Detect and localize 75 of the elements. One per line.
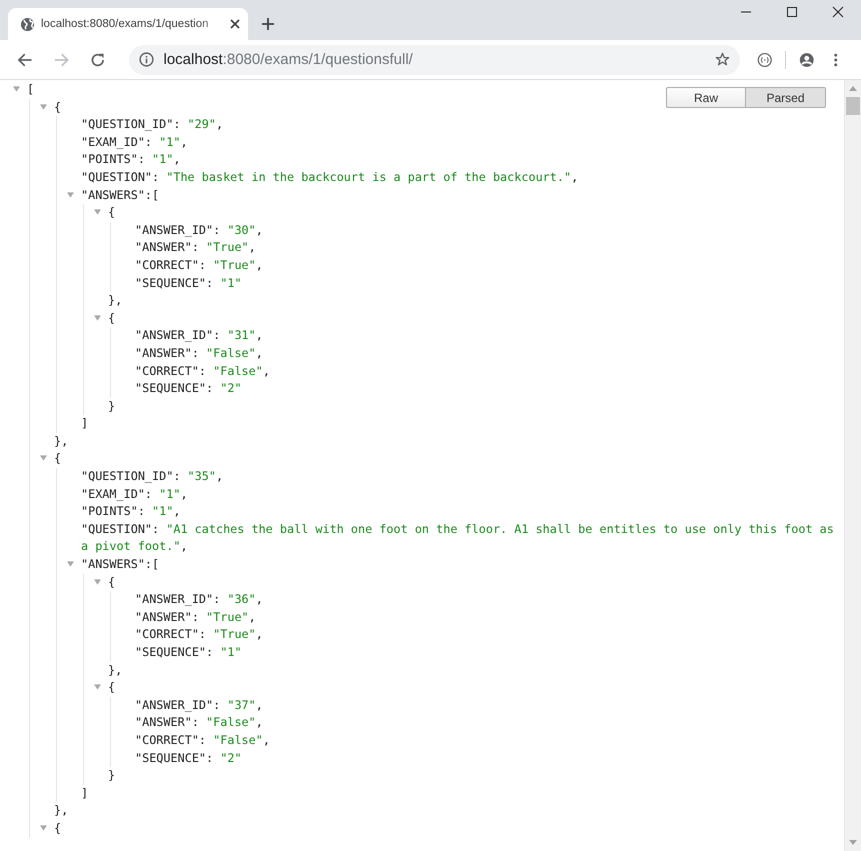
collapse-toggle-icon[interactable] (67, 560, 74, 568)
json-entry: "SEQUENCE": "1" (135, 274, 243, 292)
json-bracket: { (108, 205, 116, 220)
json-entry: "EXAM_ID": "1", (81, 134, 189, 151)
json-key: "ANSWERS": (81, 188, 152, 202)
json-bracket: { (108, 680, 116, 694)
json-entry: "QUESTION": "A1 catches the ball with one foot on the floor. A1 shall be entitles to use only this foot as a pivot foot.", (81, 520, 835, 556)
json-bracket: } (108, 398, 116, 413)
json-bracket: { (108, 574, 116, 589)
close-icon[interactable] (230, 19, 240, 29)
json-entry: "CORRECT": "False", (135, 732, 271, 749)
json-entry: "QUESTION_ID": "29", (81, 116, 224, 134)
scrollbar-thumb[interactable] (846, 97, 860, 115)
close-icon[interactable] (832, 6, 844, 18)
extension-icon[interactable] (756, 52, 772, 68)
json-bracket: ] (81, 416, 88, 430)
new-tab-icon[interactable] (262, 18, 274, 30)
url-text: localhost:8080/exams/1/questionsfull/ (164, 51, 413, 68)
view-mode-button[interactable]: Raw (666, 87, 746, 108)
collapse-toggle-icon[interactable] (13, 85, 20, 92)
browser-tab[interactable]: localhost:8080/exams/1/question (8, 8, 248, 40)
json-bracket: } (108, 768, 116, 782)
json-bracket: [ (27, 82, 34, 96)
json-bracket: { (54, 451, 62, 466)
json-bracket: }, (108, 662, 122, 677)
view-mode-button[interactable]: Parsed (746, 87, 826, 108)
json-bracket: [ (152, 557, 160, 572)
json-entry: "CORRECT": "False", (135, 362, 271, 380)
tab-title: localhost:8080/exams/1/question (41, 18, 210, 30)
json-entry: "POINTS": "1", (81, 151, 182, 168)
json-bracket: { (54, 820, 62, 835)
scroll-down-icon[interactable] (849, 840, 857, 845)
collapse-toggle-icon[interactable] (94, 208, 101, 216)
info-icon (138, 52, 154, 67)
collapse-toggle-icon[interactable] (40, 454, 47, 462)
json-entry: "EXAM_ID": "1", (81, 486, 189, 503)
collapse-toggle-icon[interactable] (94, 578, 101, 585)
collapse-toggle-icon[interactable] (94, 683, 101, 690)
collapse-toggle-icon[interactable] (40, 824, 47, 831)
json-entry: "ANSWER": "False", (135, 344, 264, 362)
globe-icon (20, 16, 35, 32)
profile-icon[interactable] (798, 52, 814, 68)
collapse-toggle-icon[interactable] (67, 190, 74, 198)
star-icon[interactable] (714, 52, 730, 67)
collapse-toggle-icon[interactable] (40, 102, 47, 110)
json-entry: "ANSWER_ID": "30", (135, 222, 264, 239)
address-bar[interactable]: localhost:8080/exams/1/questionsfull/ (128, 44, 740, 74)
back-icon[interactable] (17, 52, 32, 68)
json-entry: "QUESTION": "The basket in the backcourt is a part of the backcourt.", (81, 168, 580, 186)
json-entry: "CORRECT": "True", (135, 626, 264, 644)
json-entry: "SEQUENCE": "1" (135, 644, 243, 661)
json-bracket: }, (54, 434, 68, 448)
json-bracket: { (54, 100, 62, 114)
json-bracket: [ (152, 188, 160, 202)
json-entry: "ANSWER": "False", (135, 714, 264, 732)
json-entry: "ANSWER": "True", (135, 608, 257, 626)
json-entry: "SEQUENCE": "2" (135, 380, 243, 398)
scroll-up-icon[interactable] (849, 86, 857, 91)
json-entry: "ANSWER_ID": "31", (135, 327, 264, 344)
json-entry: "CORRECT": "True", (135, 256, 264, 274)
json-entry: "ANSWER_ID": "37", (135, 696, 264, 714)
json-bracket: { (108, 310, 116, 325)
json-bracket: }, (108, 293, 122, 308)
json-entry: "ANSWER": "True", (135, 239, 257, 256)
reload-icon[interactable] (90, 52, 106, 68)
json-bracket: ] (81, 786, 88, 800)
json-entry: "ANSWER_ID": "36", (135, 591, 264, 608)
json-entry: "POINTS": "1", (81, 503, 182, 520)
collapse-toggle-icon[interactable] (94, 314, 101, 321)
json-bracket: }, (54, 803, 68, 818)
scrollbar[interactable] (844, 80, 861, 851)
maximize-icon[interactable] (786, 6, 798, 18)
json-entry: "SEQUENCE": "2" (135, 750, 243, 767)
json-entry: "QUESTION_ID": "35", (81, 468, 224, 486)
json-key: "ANSWERS": (81, 557, 152, 572)
